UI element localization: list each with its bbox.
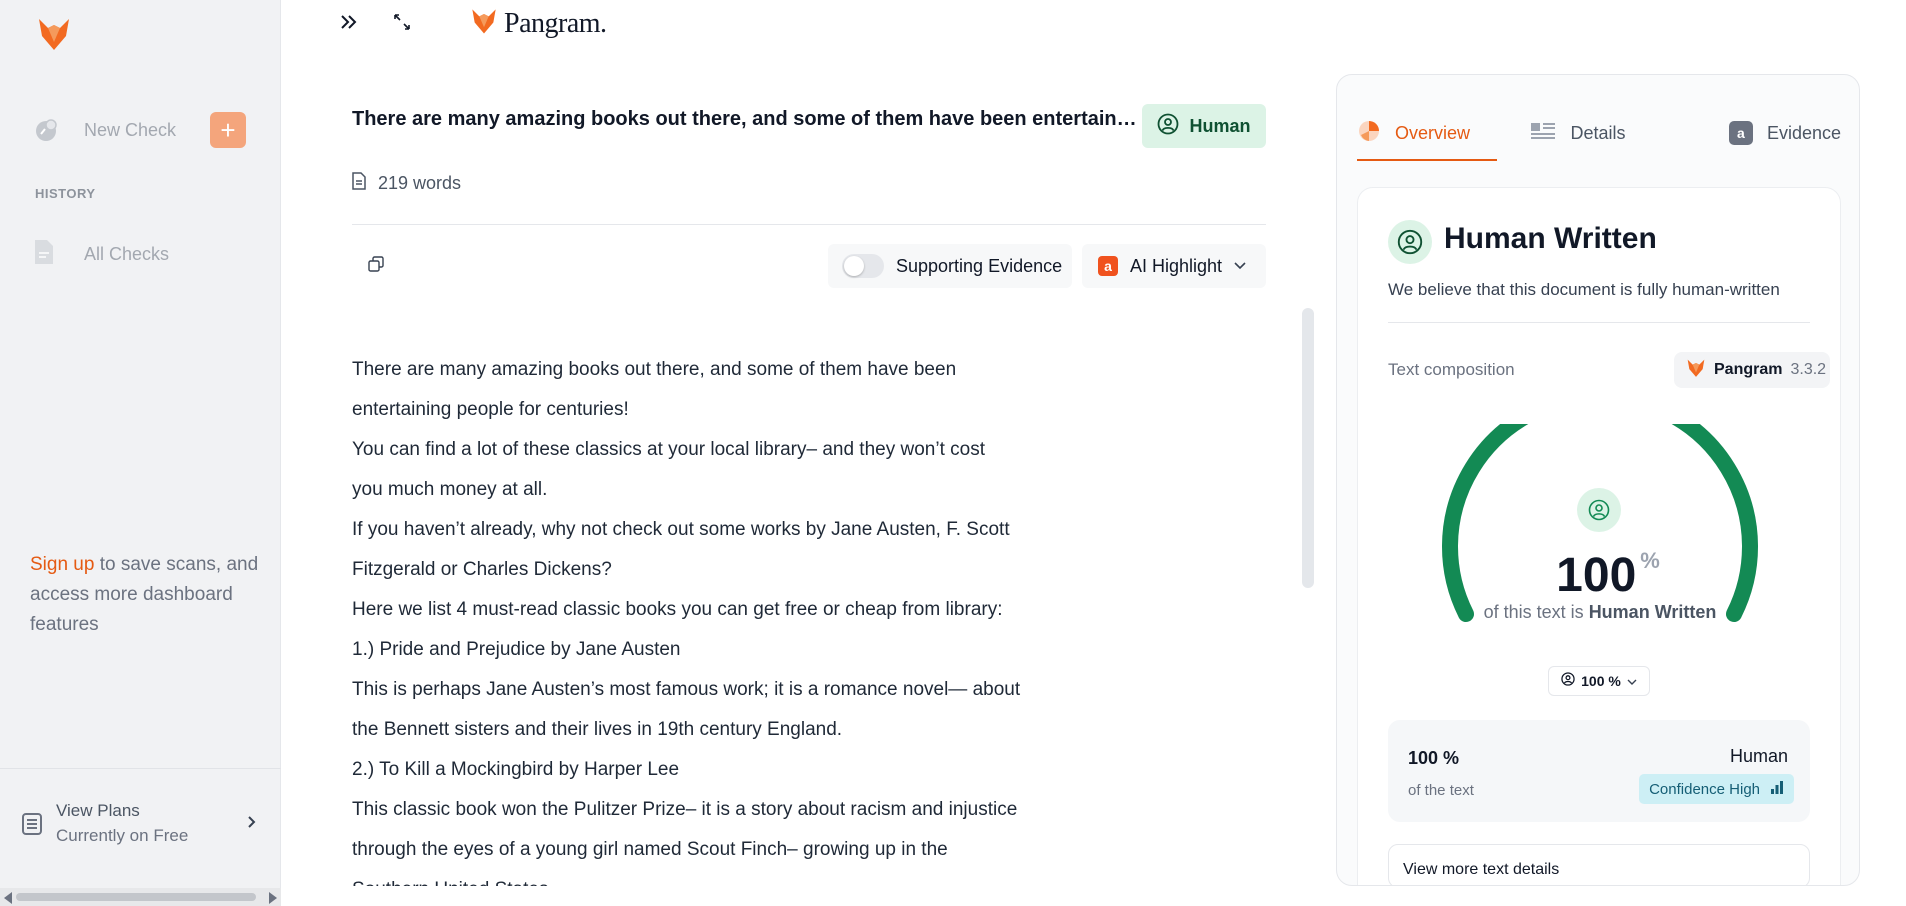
all-checks-label: All Checks (84, 244, 170, 264)
gauge-caption-prefix: of this text is (1483, 602, 1589, 622)
summary-percent: 100 % (1408, 748, 1460, 768)
text-line: Here we list 4 must-read classic books y… (352, 599, 1003, 620)
scrollbar-thumb[interactable] (16, 893, 256, 901)
overview-card: Human Written We believe that this docum… (1357, 187, 1841, 885)
model-name: Pangram (1714, 361, 1783, 378)
summary-class: Human (1729, 746, 1788, 766)
pangram-logo-icon (470, 6, 498, 41)
page-scrollbar[interactable] (1892, 0, 1906, 906)
text-line: 1.) Pride and Prejudice by Jane Austen (352, 639, 681, 660)
person-icon (1577, 488, 1621, 532)
summary-subtext: of the text (1408, 782, 1474, 799)
signup-prompt: Sign up to save scans, and access more d… (30, 550, 260, 640)
document-icon (352, 172, 366, 195)
person-icon (1561, 671, 1575, 691)
tab-details-label: Details (1570, 122, 1626, 143)
toggle-switch[interactable] (842, 254, 884, 278)
all-checks-item[interactable]: All Checks (32, 238, 169, 271)
tab-evidence[interactable]: a Evidence (1659, 105, 1841, 161)
text-line: entertaining people for centuries! (352, 399, 629, 420)
tab-overview-label: Overview (1395, 122, 1471, 143)
text-line: This is perhaps Jane Austen’s most famou… (352, 679, 1021, 700)
evidence-icon: a (1728, 121, 1753, 145)
chevron-down-icon (1234, 257, 1246, 275)
text-line: Fitzgerald or Charles Dickens? (352, 559, 612, 580)
text-line: the Bennett sisters and their lives in 1… (352, 719, 843, 740)
document-title: There are many amazing books out there, … (352, 108, 1142, 130)
new-check-plus-button[interactable]: + (210, 112, 246, 148)
history-heading: HISTORY (35, 186, 96, 201)
pangram-logo-icon[interactable] (36, 16, 72, 52)
plans-list-icon (22, 813, 42, 840)
model-version: 3.3.2 (1790, 361, 1827, 378)
text-scrollbar-thumb[interactable] (1302, 308, 1314, 588)
current-plan-text: Currently on Free (56, 826, 189, 845)
details-icon (1530, 121, 1556, 146)
copy-icon[interactable] (364, 252, 388, 276)
gauge-unit: % (1640, 548, 1660, 573)
gauge-value: 100% (1518, 548, 1698, 603)
verdict-badge: Human (1142, 104, 1266, 148)
person-icon (1157, 113, 1179, 140)
percentage-select-value: 100 % (1581, 673, 1621, 689)
expand-icon[interactable] (390, 10, 414, 34)
tab-details[interactable]: Details (1497, 105, 1659, 161)
view-plans-item[interactable]: View Plans Currently on Free (0, 768, 281, 880)
tab-overview[interactable]: Overview (1357, 105, 1497, 161)
supporting-evidence-toggle[interactable]: Supporting Evidence (828, 244, 1072, 288)
results-panel: Overview Details a Evidence Human Writte… (1336, 74, 1860, 886)
word-count: 219 words (352, 172, 461, 195)
results-tabs: Overview Details a Evidence (1357, 105, 1841, 161)
word-count-text: 219 words (378, 173, 462, 193)
document-icon (32, 238, 56, 271)
scan-icon (32, 116, 60, 144)
signal-bars-icon (1770, 780, 1784, 798)
collapse-sidebar-icon[interactable] (337, 10, 361, 34)
scroll-left-icon[interactable] (4, 892, 12, 904)
text-line: you much money at all. (352, 479, 548, 500)
gauge-caption-bold: Human Written (1588, 602, 1717, 622)
text-composition-label: Text composition (1388, 360, 1515, 379)
new-check-item[interactable]: New Check + (32, 112, 246, 148)
horizontal-scrollbar[interactable] (0, 888, 281, 906)
overview-icon (1357, 119, 1381, 148)
pangram-logo-icon (1686, 357, 1706, 384)
text-line: There are many amazing books out there, … (352, 359, 957, 380)
text-line: 2.) To Kill a Mockingbird by Harper Lee (352, 759, 680, 780)
new-check-label: New Check (84, 119, 177, 140)
confidence-label: Confidence High (1649, 780, 1760, 798)
ai-highlight-icon: a (1098, 256, 1118, 276)
text-line: through the eyes of a young girl named S… (352, 839, 948, 860)
percentage-select[interactable]: 100 % (1548, 666, 1650, 696)
chevron-down-icon (1627, 672, 1637, 690)
text-line: You can find a lot of these classics at … (352, 439, 985, 460)
result-description: We believe that this document is fully h… (1388, 280, 1780, 299)
signup-link[interactable]: Sign up (30, 554, 94, 575)
sidebar: New Check + HISTORY All Checks Sign up t… (0, 0, 281, 906)
ai-highlight-label: AI Highlight (1130, 255, 1223, 276)
confidence-badge: Confidence High (1639, 774, 1794, 804)
more-details-button[interactable]: View more text details (1388, 844, 1810, 885)
view-plans-title: View Plans (56, 801, 140, 820)
composition-summary: 100 % of the text Human Confidence High (1388, 720, 1810, 822)
card-divider (1388, 322, 1810, 323)
ai-highlight-dropdown[interactable]: a AI Highlight (1082, 244, 1266, 288)
supporting-evidence-label: Supporting Evidence (896, 255, 1063, 276)
document-text: There are many amazing books out there, … (352, 350, 1072, 886)
result-title: Human Written (1444, 222, 1657, 255)
gauge-caption: of this text is Human Written (1428, 602, 1772, 623)
gauge-number: 100 (1556, 549, 1637, 602)
brand-name: Pangram. (504, 7, 607, 39)
chevron-right-icon (247, 815, 257, 834)
text-line: If you haven’t already, why not check ou… (352, 519, 1010, 540)
header-divider (352, 224, 1266, 225)
brand: Pangram. (470, 6, 607, 41)
person-icon (1388, 220, 1432, 264)
tab-evidence-label: Evidence (1766, 122, 1841, 143)
verdict-label: Human (1189, 115, 1251, 136)
model-version-badge: Pangram 3.3.2 (1674, 352, 1830, 388)
text-line: This classic book won the Pulitzer Prize… (352, 799, 1018, 820)
scroll-right-icon[interactable] (269, 892, 277, 904)
text-line: Southern United States. (352, 870, 1072, 886)
